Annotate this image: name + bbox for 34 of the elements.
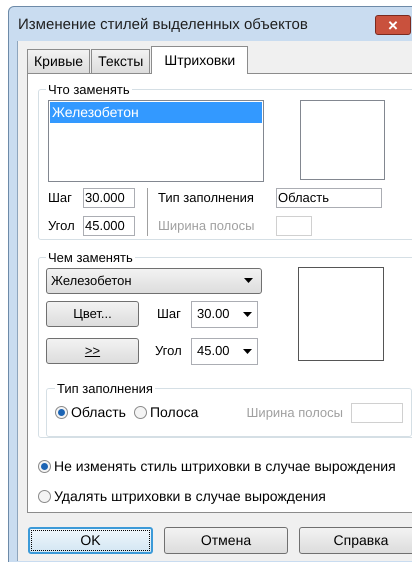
tab[interactable]: Кривые — [27, 49, 90, 73]
dialog-button[interactable]: OK — [28, 527, 153, 554]
group-title: Тип заполнения — [56, 380, 154, 398]
tab[interactable]: Штриховки — [151, 46, 248, 74]
dropdown-value: Железобетон — [51, 272, 132, 290]
tab[interactable]: Тексты — [91, 49, 150, 73]
radio-button[interactable]: Удалять штриховки в случае вырождения — [38, 486, 412, 507]
field-label: Угол — [48, 216, 76, 235]
fill-type-field[interactable]: Область — [276, 188, 382, 208]
expand-button[interactable]: >> — [46, 338, 139, 364]
dropdown-arrow-icon — [243, 348, 252, 354]
field-label: Тип заполнения — [158, 188, 255, 207]
radio-button[interactable]: Область — [55, 402, 126, 423]
field-label: Угол — [155, 342, 183, 360]
window-title: Изменение стилей выделенных объектов — [18, 14, 308, 35]
group-title: Что заменять — [47, 81, 131, 99]
radio-button[interactable]: Полоса — [134, 402, 198, 423]
dialog-button[interactable]: Отмена — [164, 527, 288, 554]
field-label: Ширина полосы — [246, 404, 343, 422]
step-field[interactable]: 30.000 — [83, 188, 135, 208]
close-button[interactable]: × — [375, 15, 411, 35]
dropdown-arrow-icon — [243, 312, 252, 316]
dropdown-arrow-icon — [244, 278, 253, 283]
field-label: Шаг — [157, 305, 182, 324]
angle-dropdown[interactable]: 45.00 — [191, 338, 258, 364]
color-button[interactable]: Цвет... — [46, 301, 139, 327]
angle-field[interactable]: 45.000 — [83, 216, 135, 236]
radio-button[interactable]: Не изменять стиль штриховки в случае вырождения — [38, 456, 412, 477]
group-title: Чем заменять — [47, 249, 134, 267]
field-label: Шаг — [48, 188, 73, 207]
field-label: Ширина полосы — [158, 216, 256, 235]
dialog-button[interactable]: Справка — [299, 527, 412, 554]
step-dropdown[interactable]: 30.00 — [191, 300, 258, 328]
pattern-dropdown[interactable]: Железобетон — [46, 268, 262, 294]
